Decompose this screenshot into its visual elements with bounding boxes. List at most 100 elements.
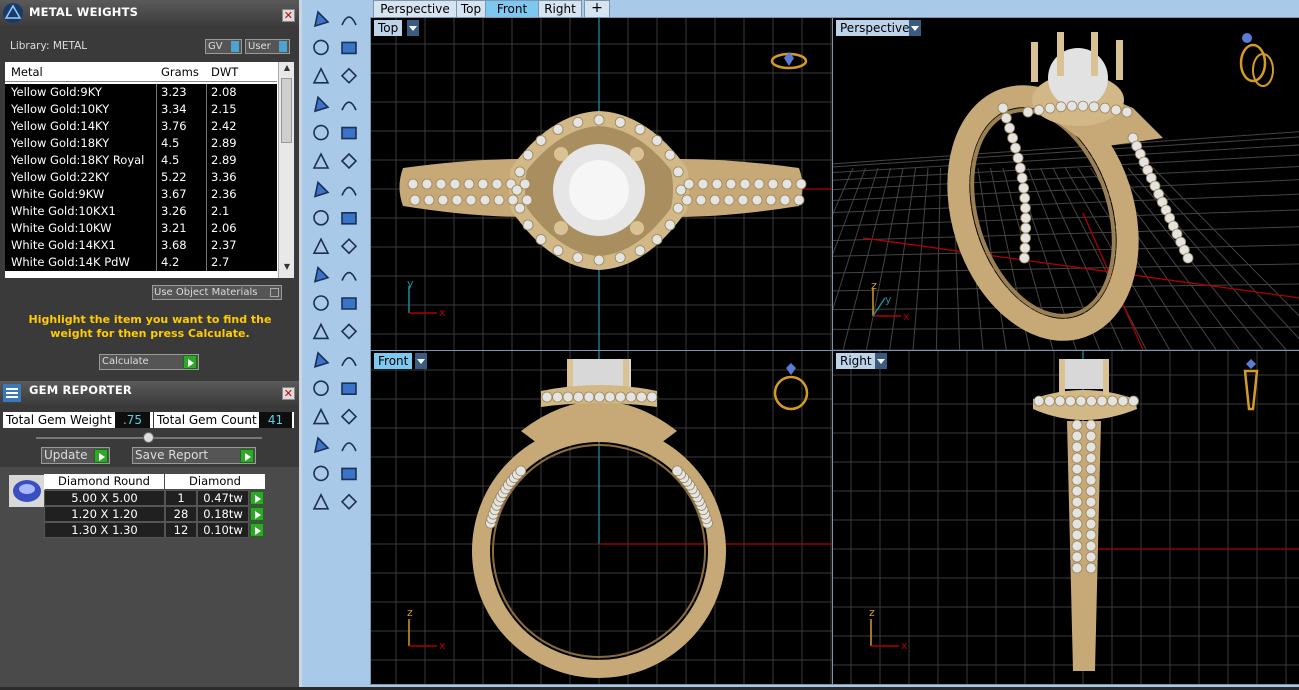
chevron-down-icon[interactable] [909, 20, 921, 36]
table-row[interactable]: Yellow Gold:18KY Royal4.52.89 [5, 152, 277, 169]
cylinder-icon[interactable] [310, 207, 332, 229]
split-icon[interactable] [310, 264, 332, 286]
pave-stone [616, 392, 626, 402]
pave-stone [1023, 107, 1033, 117]
chevron-down-icon[interactable] [875, 353, 887, 369]
viewport-perspective[interactable]: z y x Perspective [832, 17, 1299, 351]
box-icon[interactable] [310, 178, 332, 200]
pave-stone [508, 195, 518, 205]
save-report-button[interactable]: Save Report [132, 447, 256, 464]
ellipse-icon[interactable] [338, 65, 360, 87]
use-object-materials-button[interactable]: Use Object Materials [152, 285, 282, 300]
scroll-up-icon[interactable]: ▲ [281, 63, 293, 75]
viewport-right-label[interactable]: Right [836, 353, 876, 369]
tab-perspective[interactable]: Perspective [373, 0, 457, 18]
viewport-top-label[interactable]: Top [374, 20, 402, 36]
gem-row-play-icon[interactable] [250, 523, 264, 537]
metal-table-scrollbar[interactable]: ▲ ▼ [278, 62, 294, 278]
checkbox-icon[interactable] [270, 288, 279, 297]
gem-icon[interactable] [310, 462, 332, 484]
gv-button[interactable]: GV [205, 39, 242, 54]
metal-dwt: 2.36 [211, 186, 237, 203]
plane-icon[interactable] [338, 207, 360, 229]
metal-name: Yellow Gold:14KY [11, 118, 109, 135]
tab-top[interactable]: Top [456, 0, 486, 18]
calculate-button[interactable]: Calculate [99, 354, 199, 370]
cell-divider [156, 84, 157, 101]
circle-icon[interactable] [310, 65, 332, 87]
rectangle-icon[interactable] [338, 93, 360, 115]
polyline-icon[interactable] [338, 36, 360, 58]
select-arrow-icon[interactable] [310, 8, 332, 30]
update-button[interactable]: Update [41, 447, 110, 464]
trim-icon[interactable] [338, 264, 360, 286]
gem-slider-thumb[interactable] [143, 432, 154, 443]
perspective-view-canvas[interactable] [833, 18, 1299, 350]
gear-icon[interactable] [310, 235, 332, 257]
boolean-icon[interactable] [310, 292, 332, 314]
ring-thumbnail-icon [772, 52, 806, 68]
render-icon[interactable] [338, 491, 360, 513]
fillet-curve-icon[interactable] [338, 122, 360, 144]
gem-row-play-icon[interactable] [250, 507, 264, 521]
curve-icon[interactable] [310, 36, 332, 58]
scroll-down-icon[interactable]: ▼ [281, 262, 293, 274]
gem-row-play-icon[interactable] [250, 491, 264, 505]
explode-icon[interactable] [338, 235, 360, 257]
offset-icon[interactable] [310, 320, 332, 342]
polygon-icon[interactable] [310, 122, 332, 144]
viewport-right[interactable]: z x Right [832, 350, 1299, 685]
chevron-down-icon[interactable] [415, 353, 427, 369]
table-row[interactable]: Yellow Gold:9KY3.232.08 [5, 84, 277, 101]
table-row[interactable]: Yellow Gold:14KY3.762.42 [5, 118, 277, 135]
check-icon[interactable] [338, 462, 360, 484]
table-row[interactable]: Yellow Gold:22KY5.223.36 [5, 169, 277, 186]
revolve-icon[interactable] [338, 320, 360, 342]
pave-stone [553, 124, 563, 134]
scale-icon[interactable] [338, 349, 360, 371]
gem-weight: 0.47tw [197, 490, 249, 506]
front-view-canvas[interactable] [371, 351, 833, 684]
pave-stone [1020, 243, 1030, 253]
add-tab-icon[interactable]: + [584, 0, 610, 18]
close-icon[interactable]: ✕ [282, 9, 295, 22]
top-view-canvas[interactable] [371, 18, 833, 350]
mirror-icon[interactable] [338, 377, 360, 399]
user-button[interactable]: User [245, 39, 290, 54]
table-row[interactable]: Yellow Gold:10KY3.342.15 [5, 101, 277, 118]
metal-grams: 4.5 [161, 152, 179, 169]
viewport-front[interactable]: z x Front [370, 350, 834, 685]
tab-right[interactable]: Right [538, 0, 582, 18]
table-row[interactable]: White Gold:10KX13.262.1 [5, 203, 277, 220]
group-icon[interactable] [338, 292, 360, 314]
col-grams: Grams [161, 62, 199, 82]
point-icon[interactable] [338, 8, 360, 30]
right-view-canvas[interactable] [833, 351, 1299, 684]
tab-front[interactable]: Front [485, 0, 539, 18]
gauge-icon[interactable] [338, 434, 360, 456]
surface-icon[interactable] [310, 150, 332, 172]
array-icon[interactable] [310, 377, 332, 399]
viewport-perspective-label[interactable]: Perspective [836, 20, 914, 36]
pave-stone [615, 117, 625, 127]
solid-icon[interactable] [310, 406, 332, 428]
sweep-icon[interactable] [338, 150, 360, 172]
close-icon[interactable]: ✕ [282, 387, 295, 400]
table-row[interactable]: White Gold:10KW3.212.06 [5, 220, 277, 237]
table-row[interactable]: White Gold:14KX13.682.37 [5, 237, 277, 254]
pave-stone [794, 195, 804, 205]
table-row[interactable]: White Gold:14K PdW4.22.7 [5, 254, 277, 271]
table-row[interactable]: White Gold:9KW3.672.36 [5, 186, 277, 203]
sphere-icon[interactable] [338, 178, 360, 200]
viewport-front-label[interactable]: Front [374, 353, 412, 369]
grid-array-icon[interactable] [310, 434, 332, 456]
chevron-down-icon[interactable] [407, 20, 419, 36]
table-row[interactable]: Yellow Gold:18KY4.52.89 [5, 135, 277, 152]
viewport-top[interactable]: y x Top [370, 17, 834, 351]
column-chart-icon[interactable] [338, 406, 360, 428]
text-icon[interactable] [310, 349, 332, 371]
axis-z-label: z [869, 606, 875, 619]
scroll-thumb[interactable] [281, 78, 292, 143]
arc-icon[interactable] [310, 93, 332, 115]
extrude-icon[interactable] [310, 491, 332, 513]
